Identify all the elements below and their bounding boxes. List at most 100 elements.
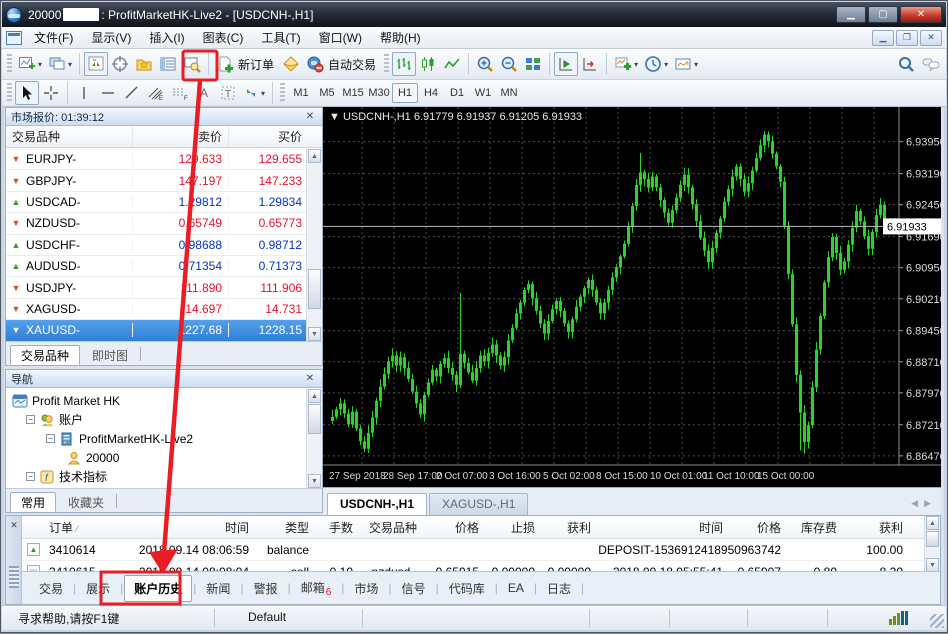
tab-experts[interactable]: EA (499, 577, 533, 599)
symbol-row[interactable]: ▲USDCAD-1.298121.29834 (6, 192, 308, 213)
mdi-minimize-button[interactable]: ▁ (872, 30, 894, 46)
scroll-up-button[interactable]: ▲ (926, 516, 939, 530)
terminal-toggle-button[interactable] (156, 52, 180, 76)
mdi-restore-button[interactable]: ❐ (896, 30, 918, 46)
line-chart-button[interactable] (440, 52, 464, 76)
tab-exposure[interactable]: 展示 (77, 576, 119, 601)
symbol-row[interactable]: ▲USDCHF-0.986880.98712 (6, 235, 308, 256)
column-lots[interactable]: 手数 (314, 519, 358, 536)
symbol-row[interactable]: ▼NZDUSD-0.657490.65773 (6, 213, 308, 234)
crosshair-button[interactable] (39, 81, 63, 105)
navigator-scrollbar[interactable]: ▲ ▼ (306, 389, 322, 488)
timeframe-h4[interactable]: H4 (418, 83, 444, 103)
auto-scroll-button[interactable] (554, 52, 578, 76)
tab-scroll-right-icon[interactable]: ▶ (924, 498, 931, 509)
navigator-toggle-button[interactable] (132, 52, 156, 76)
tab-market[interactable]: 市场 (345, 576, 387, 601)
close-icon[interactable]: ✕ (303, 373, 317, 384)
chart-tab-usdcnh[interactable]: USDCNH-,H1 (327, 493, 427, 515)
resize-grip[interactable] (930, 614, 944, 628)
menu-insert[interactable]: 插入(I) (141, 27, 192, 48)
column-close-price[interactable]: 价格 (728, 519, 786, 536)
column-type[interactable]: 类型 (254, 519, 314, 536)
column-profit[interactable]: 获利 (842, 519, 908, 536)
tab-favorites[interactable]: 收藏夹 (58, 492, 114, 512)
menu-charts[interactable]: 图表(C) (195, 27, 252, 48)
navigator-header[interactable]: 导航 ✕ (6, 370, 322, 388)
tab-scroll-left-icon[interactable]: ◀ (911, 498, 918, 509)
scroll-down-button[interactable]: ▼ (308, 474, 321, 488)
scrollbar-thumb[interactable] (308, 404, 321, 434)
fibonacci-button[interactable]: F (168, 81, 192, 105)
symbol-row[interactable]: ▼USDJPY-111.890111.906 (6, 277, 308, 298)
close-icon[interactable]: ✕ (303, 111, 317, 122)
market-watch-column-headers[interactable]: 交易品种 卖价 买价 (6, 126, 322, 148)
cursor-button[interactable] (15, 81, 39, 105)
tile-windows-button[interactable] (521, 52, 545, 76)
text-button[interactable]: A (192, 81, 216, 105)
symbol-row-selected[interactable]: ▼XAUUSD-1227.681228.15 (6, 320, 308, 341)
menu-window[interactable]: 窗口(W) (311, 27, 370, 48)
close-icon[interactable]: ✕ (8, 519, 20, 531)
symbol-row[interactable]: ▲AUDUSD-0.713540.71373 (6, 256, 308, 277)
timeframe-m1[interactable]: M1 (288, 83, 314, 103)
timeframe-d1[interactable]: D1 (444, 83, 470, 103)
expand-icon[interactable]: − (26, 472, 35, 481)
chat-button[interactable] (918, 52, 944, 76)
scroll-up-button[interactable]: ▲ (308, 389, 321, 403)
minimize-button[interactable]: ▁ (836, 6, 866, 23)
tab-trade[interactable]: 交易 (30, 576, 72, 601)
tab-symbols[interactable]: 交易品种 (10, 345, 80, 365)
tab-signals[interactable]: 信号 (393, 576, 435, 601)
menu-view[interactable]: 显示(V) (83, 27, 139, 48)
collapse-icon[interactable]: − (46, 434, 55, 443)
market-watch-header[interactable]: 市场报价: 01:39:12 ✕ (6, 108, 322, 126)
column-swap[interactable]: 库存费 (786, 519, 842, 536)
symbol-row[interactable]: ▼GBPJPY-147.197147.233 (6, 170, 308, 191)
profiles-button[interactable]: ▾ (45, 52, 75, 76)
tab-account-history[interactable]: 账户历史 (124, 575, 192, 602)
search-button[interactable] (894, 52, 918, 76)
candlestick-button[interactable] (416, 52, 440, 76)
vertical-line-button[interactable] (72, 81, 96, 105)
timeframe-mn[interactable]: MN (496, 83, 522, 103)
history-column-headers[interactable]: 订单 ∕ 时间 类型 手数 交易品种 价格 止损 获利 时间 价格 库存费 获利 (22, 516, 924, 539)
close-button[interactable]: ✕ (900, 6, 942, 23)
scroll-up-button[interactable]: ▲ (308, 149, 321, 163)
tab-mailbox[interactable]: 邮箱6 (292, 575, 341, 602)
strategy-tester-button[interactable] (180, 52, 204, 76)
zoom-out-button[interactable] (497, 52, 521, 76)
tab-news[interactable]: 新闻 (197, 576, 239, 601)
maximize-button[interactable]: ▢ (868, 6, 898, 23)
new-order-button[interactable]: 新订单 (213, 52, 279, 76)
horizontal-line-button[interactable] (96, 81, 120, 105)
tab-journal[interactable]: 日志 (538, 576, 580, 601)
market-watch-toggle-button[interactable] (84, 52, 108, 76)
new-chart-button[interactable]: ▾ (15, 52, 45, 76)
chart-tab-xagusd[interactable]: XAGUSD-,H1 (429, 493, 528, 515)
tab-common[interactable]: 常用 (10, 492, 56, 512)
symbol-row[interactable]: ▼XAGUSD-14.69714.731 (6, 299, 308, 320)
menu-file[interactable]: 文件(F) (26, 27, 81, 48)
toolbar-grip[interactable] (280, 83, 285, 103)
scroll-down-button[interactable]: ▼ (308, 327, 321, 341)
bar-chart-button[interactable] (392, 52, 416, 76)
column-open-time[interactable]: 时间 (122, 519, 254, 536)
timeframe-w1[interactable]: W1 (470, 83, 496, 103)
tree-node-accounts[interactable]: − 账户 (6, 410, 306, 429)
tab-tick-chart[interactable]: 即时图 (82, 345, 138, 365)
toolbar-grip[interactable] (7, 54, 12, 74)
price-chart[interactable]: 6.939506.931906.924506.916906.909506.902… (323, 107, 941, 487)
auto-trading-button[interactable]: 自动交易 (303, 52, 381, 76)
terminal-scrollbar[interactable]: ▲ ▼ (924, 516, 940, 572)
arrows-button[interactable]: ▾ (240, 81, 268, 105)
menu-tools[interactable]: 工具(T) (253, 27, 308, 48)
column-sl[interactable]: 止损 (484, 519, 540, 536)
channel-button[interactable]: E (144, 81, 168, 105)
timeframe-m30[interactable]: M30 (366, 83, 392, 103)
timeframe-h1[interactable]: H1 (392, 83, 418, 103)
tab-code-base[interactable]: 代码库 (440, 576, 494, 601)
zoom-in-button[interactable] (473, 52, 497, 76)
tree-node-account[interactable]: 20000 (6, 448, 306, 467)
tree-node-broker[interactable]: Profit Market HK (6, 391, 306, 410)
